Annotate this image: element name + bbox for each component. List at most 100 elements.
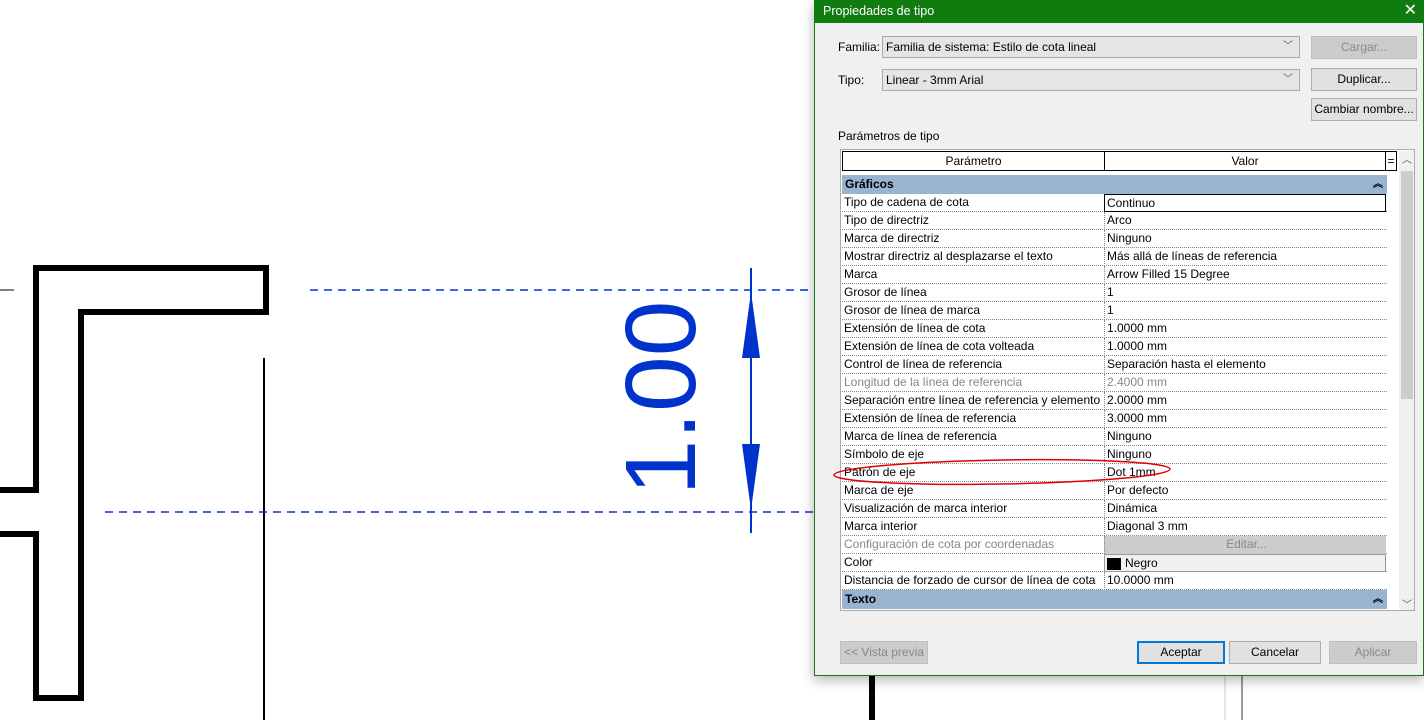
param-name: Separación entre línea de referencia y e… xyxy=(844,393,1101,407)
cambiar-nombre-button[interactable]: Cambiar nombre... xyxy=(1311,98,1417,121)
param-name: Marca de eje xyxy=(844,483,914,497)
param-value-cell[interactable]: Arrow Filled 15 Degree xyxy=(1104,266,1386,284)
param-value: 1.0000 mm xyxy=(1107,321,1168,335)
table-row[interactable]: Símbolo de eje Ninguno xyxy=(842,446,1387,464)
vista-previa-button[interactable]: << Vista previa xyxy=(840,641,928,664)
familia-label: Familia: xyxy=(838,40,881,54)
param-value-cell[interactable]: Dinámica xyxy=(1104,500,1386,518)
group-label: Texto xyxy=(845,592,877,606)
table-row[interactable]: Longitud de la línea de referencia 2.4000… xyxy=(842,374,1387,392)
param-value-cell[interactable]: Por defecto xyxy=(1104,482,1386,500)
group-label: Gráficos xyxy=(845,177,894,191)
table-row[interactable]: Marca de eje Por defecto xyxy=(842,482,1387,500)
param-name: Extensión de línea de cota volteada xyxy=(844,339,1035,353)
table-row[interactable]: Visualización de marca interior Dinámica xyxy=(842,500,1387,518)
scroll-up-icon[interactable]: ︿ xyxy=(1399,151,1414,166)
param-value-cell[interactable]: Diagonal 3 mm xyxy=(1104,518,1386,536)
param-value-cell[interactable]: Dot 1mm xyxy=(1104,464,1386,482)
param-value-cell[interactable]: 1 xyxy=(1104,302,1386,320)
table-row[interactable]: Control de línea de referencia Separación… xyxy=(842,356,1387,374)
param-value-cell[interactable]: Continuo xyxy=(1104,194,1386,212)
param-name: Grosor de línea xyxy=(844,285,927,299)
param-value: Más allá de líneas de referencia xyxy=(1107,249,1278,263)
close-icon[interactable]: ✕ xyxy=(1404,1,1417,21)
param-name: Longitud de la línea de referencia xyxy=(844,375,1023,389)
table-row[interactable]: Marca Arrow Filled 15 Degree xyxy=(842,266,1387,284)
column-header-parametro[interactable]: Parámetro xyxy=(842,151,1105,171)
table-row[interactable]: Extensión de línea de cota volteada 1.000… xyxy=(842,338,1387,356)
group-texto[interactable]: Texto ︽ xyxy=(842,590,1387,609)
color-swatch xyxy=(1107,557,1121,570)
param-value-cell[interactable]: Más allá de líneas de referencia xyxy=(1104,248,1386,266)
param-value-cell[interactable]: Ninguno xyxy=(1104,446,1386,464)
param-value: Dinámica xyxy=(1107,501,1158,515)
table-row[interactable]: Configuración de cota por coordenadas Edi… xyxy=(842,536,1387,554)
collapse-icon[interactable]: ︽ xyxy=(1373,175,1383,194)
column-header-valor[interactable]: Valor xyxy=(1104,151,1386,171)
param-name: Color xyxy=(844,555,873,569)
param-name: Marca interior xyxy=(844,519,918,533)
param-value-cell[interactable]: 1.0000 mm xyxy=(1104,338,1386,356)
param-name: Marca de directriz xyxy=(844,231,940,245)
tipo-value: Linear - 3mm Arial xyxy=(886,73,984,87)
type-properties-dialog: Propiedades de tipo ✕ Familia: Familia d… xyxy=(814,0,1424,676)
aceptar-button[interactable]: Aceptar xyxy=(1137,641,1225,664)
param-value: 1 xyxy=(1107,303,1114,317)
table-row[interactable]: Tipo de directriz Arco xyxy=(842,212,1387,230)
scrollbar[interactable]: ︿ ﹀ xyxy=(1399,151,1414,610)
params-label: Parámetros de tipo xyxy=(838,129,940,143)
param-name: Configuración de cota por coordenadas xyxy=(844,537,1055,551)
param-value-cell[interactable]: Ninguno xyxy=(1104,230,1386,248)
collapse-icon[interactable]: ︽ xyxy=(1373,590,1383,609)
cargar-button[interactable]: Cargar... xyxy=(1311,36,1417,59)
cancelar-button[interactable]: Cancelar xyxy=(1229,641,1321,664)
table-row[interactable]: Patrón de eje Dot 1mm xyxy=(842,464,1387,482)
param-name: Extensión de línea de cota xyxy=(844,321,986,335)
param-value: Ninguno xyxy=(1107,429,1152,443)
familia-value: Familia de sistema: Estilo de cota linea… xyxy=(886,40,1097,54)
param-value-cell[interactable]: 3.0000 mm xyxy=(1104,410,1386,428)
param-name: Tipo de directriz xyxy=(844,213,929,227)
param-value: 1.0000 mm xyxy=(1107,339,1168,353)
param-value-cell[interactable]: 2.0000 mm xyxy=(1104,392,1386,410)
table-row[interactable]: Color Negro xyxy=(842,554,1387,572)
table-row[interactable]: Extensión de línea de referencia 3.0000 m… xyxy=(842,410,1387,428)
table-row[interactable]: Marca de directriz Ninguno xyxy=(842,230,1387,248)
param-value: Negro xyxy=(1125,556,1158,570)
arrow-top-icon xyxy=(742,292,760,358)
param-value: 10.0000 mm xyxy=(1107,573,1174,587)
dimension-text[interactable]: 1.00 xyxy=(605,301,717,496)
group-graficos[interactable]: Gráficos ︽ xyxy=(842,175,1387,194)
duplicar-button[interactable]: Duplicar... xyxy=(1311,68,1417,91)
param-value-cell[interactable]: Editar... xyxy=(1104,536,1386,554)
aplicar-button[interactable]: Aplicar xyxy=(1329,641,1417,664)
column-header-equals[interactable]: = xyxy=(1385,151,1397,171)
familia-dropdown[interactable]: Familia de sistema: Estilo de cota linea… xyxy=(882,36,1300,58)
param-value-cell[interactable]: Arco xyxy=(1104,212,1386,230)
table-row[interactable]: Marca de línea de referencia Ninguno xyxy=(842,428,1387,446)
table-row[interactable]: Tipo de cadena de cota Continuo xyxy=(842,194,1387,212)
tipo-dropdown[interactable]: Linear - 3mm Arial ﹀ xyxy=(882,69,1300,91)
table-row[interactable]: Mostrar directriz al desplazarse el text… xyxy=(842,248,1387,266)
table-row[interactable]: Distancia de forzado de cursor de línea … xyxy=(842,572,1387,590)
param-value-cell[interactable]: Separación hasta el elemento xyxy=(1104,356,1386,374)
table-row[interactable]: Extensión de línea de cota 1.0000 mm xyxy=(842,320,1387,338)
param-value-cell[interactable]: Ninguno xyxy=(1104,428,1386,446)
param-value-cell[interactable]: 2.4000 mm xyxy=(1104,374,1386,392)
table-row[interactable]: Marca interior Diagonal 3 mm xyxy=(842,518,1387,536)
scrollbar-thumb[interactable] xyxy=(1401,171,1413,399)
param-name: Tipo de cadena de cota xyxy=(844,195,969,209)
param-value: Por defecto xyxy=(1107,483,1169,497)
table-row[interactable]: Separación entre línea de referencia y e… xyxy=(842,392,1387,410)
dialog-title: Propiedades de tipo xyxy=(823,4,935,18)
param-value: Ninguno xyxy=(1107,231,1152,245)
param-value-cell[interactable]: 1 xyxy=(1104,284,1386,302)
param-value-cell[interactable]: 1.0000 mm xyxy=(1104,320,1386,338)
dialog-titlebar[interactable]: Propiedades de tipo ✕ xyxy=(815,1,1423,23)
table-row[interactable]: Grosor de línea 1 xyxy=(842,284,1387,302)
scroll-down-icon[interactable]: ﹀ xyxy=(1399,596,1414,610)
table-row[interactable]: Grosor de línea de marca 1 xyxy=(842,302,1387,320)
param-name: Extensión de línea de referencia xyxy=(844,411,1017,425)
param-value-cell[interactable]: Negro xyxy=(1104,554,1386,572)
param-value-cell[interactable]: 10.0000 mm xyxy=(1104,572,1386,590)
